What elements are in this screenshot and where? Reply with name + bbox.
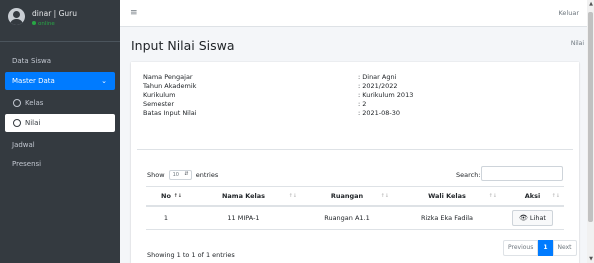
logout-link[interactable]: Keluar (558, 9, 579, 17)
lihat-button-label: Lihat (529, 213, 546, 222)
cell-no: 1 (146, 205, 186, 230)
user-panel: dinar | Guru online (0, 0, 120, 42)
sidebar-item-kelas[interactable]: Kelas (5, 94, 115, 112)
content-card: Nama Pengajar : Dinar Agni Tahun Akademi… (131, 62, 579, 263)
sidebar-item-data-siswa[interactable]: Data Siswa (5, 52, 115, 70)
info-label-tahun: Tahun Akademik (143, 82, 197, 90)
info-value-pengajar: : Dinar Agni (358, 73, 397, 81)
sidebar-item-label: Kelas (25, 99, 44, 107)
sort-asc-icon: ↑↓ (173, 193, 182, 199)
column-header-aksi[interactable]: Aksi ↑↓ (501, 186, 564, 207)
pagination-page-1[interactable]: 1 (538, 240, 553, 256)
column-header-label: Ruangan (330, 191, 364, 200)
info-value-kurikulum: : Kurikulum 2013 (358, 91, 414, 99)
entries-control: Show 10 ⇵ entries (147, 170, 218, 180)
column-header-label: Nama Kelas (221, 191, 266, 200)
divider (137, 149, 573, 150)
sort-icon: ↑↓ (380, 193, 389, 199)
entries-select-value: 10 (172, 172, 179, 178)
select-arrows-icon: ⇵ (184, 171, 189, 177)
table-row: 1 11 MIPA-1 Ruangan A1.1 Rizka Eka Fadil… (146, 205, 564, 230)
pagination-next[interactable]: Next (552, 240, 577, 256)
info-label-kurikulum: Kurikulum (143, 91, 176, 99)
page-title: Input Nilai Siswa (131, 38, 235, 53)
search-label: Search: (456, 171, 481, 179)
entries-select[interactable]: 10 ⇵ (168, 170, 192, 180)
topbar: ≡ Keluar (120, 0, 587, 27)
info-label-semester: Semester (143, 100, 175, 108)
info-value-batas: : 2021-08-30 (358, 109, 401, 117)
sidebar-item-label: Nilai (25, 119, 41, 127)
info-label-batas: Batas Input Nilai (143, 109, 197, 117)
hamburger-icon[interactable]: ≡ (130, 8, 138, 18)
circle-icon (13, 119, 21, 127)
avatar (8, 8, 25, 25)
lihat-button[interactable]: 👁 Lihat (512, 209, 553, 226)
column-header-label: Aksi (524, 191, 541, 200)
cell-nama-kelas: 11 MIPA-1 (186, 205, 301, 230)
sidebar-item-jadwal[interactable]: Jadwal (5, 136, 115, 154)
user-status: online (32, 21, 55, 27)
sidebar-item-label: Master Data (12, 77, 55, 85)
show-label: Show (147, 171, 165, 179)
column-header-no[interactable]: No ↑↓ (146, 186, 186, 207)
column-header-label: Wali Kelas (428, 191, 466, 200)
breadcrumb: Nilai (570, 40, 584, 47)
sort-icon: ↑↓ (551, 193, 560, 199)
cell-ruangan: Ruangan A1.1 (301, 205, 393, 230)
scroll-down-icon[interactable]: ▼ (589, 256, 593, 262)
pagination: Previous 1 Next (503, 240, 577, 256)
cell-wali-kelas: Rizka Eka Fadila (393, 205, 501, 230)
info-value-semester: : 2 (358, 100, 367, 108)
scroll-up-icon[interactable]: ▲ (589, 1, 593, 7)
column-header-wali-kelas[interactable]: Wali Kelas ↑↓ (393, 186, 501, 207)
pagination-previous[interactable]: Previous (503, 240, 539, 256)
info-value-tahun: : 2021/2022 (358, 82, 398, 90)
scrollbar-thumb[interactable] (588, 12, 593, 222)
circle-icon (13, 99, 21, 107)
sidebar: dinar | Guru online Data Siswa Master Da… (0, 0, 120, 263)
cell-aksi: 👁 Lihat (501, 205, 564, 230)
chevron-down-icon: ⌄ (101, 77, 107, 85)
table-header-row: No ↑↓ Nama Kelas ↑↓ Ruangan ↑↓ Wali Kelas ↑↓… (146, 186, 564, 207)
search-input[interactable] (481, 166, 563, 181)
info-label-pengajar: Nama Pengajar (143, 73, 193, 81)
scrollbar[interactable]: ▲ ▼ (587, 0, 594, 263)
entries-label: entries (195, 171, 219, 179)
user-name[interactable]: dinar | Guru (32, 9, 77, 18)
sidebar-item-nilai[interactable]: Nilai (5, 114, 115, 132)
column-header-label: No (161, 191, 171, 200)
column-header-nama-kelas[interactable]: Nama Kelas ↑↓ (186, 186, 301, 207)
sort-icon: ↑↓ (288, 193, 297, 199)
user-status-text: online (38, 21, 55, 27)
data-table: No ↑↓ Nama Kelas ↑↓ Ruangan ↑↓ Wali Kelas ↑↓… (146, 186, 564, 230)
column-header-ruangan[interactable]: Ruangan ↑↓ (301, 186, 393, 207)
eye-icon: 👁 (519, 213, 528, 222)
sidebar-item-presensi[interactable]: Presensi (5, 155, 115, 173)
table-info: Showing 1 to 1 of 1 entries (147, 251, 235, 259)
online-dot-icon (32, 21, 36, 25)
sort-icon: ↑↓ (488, 193, 497, 199)
sidebar-item-master-data[interactable]: Master Data ⌄ (5, 72, 115, 90)
